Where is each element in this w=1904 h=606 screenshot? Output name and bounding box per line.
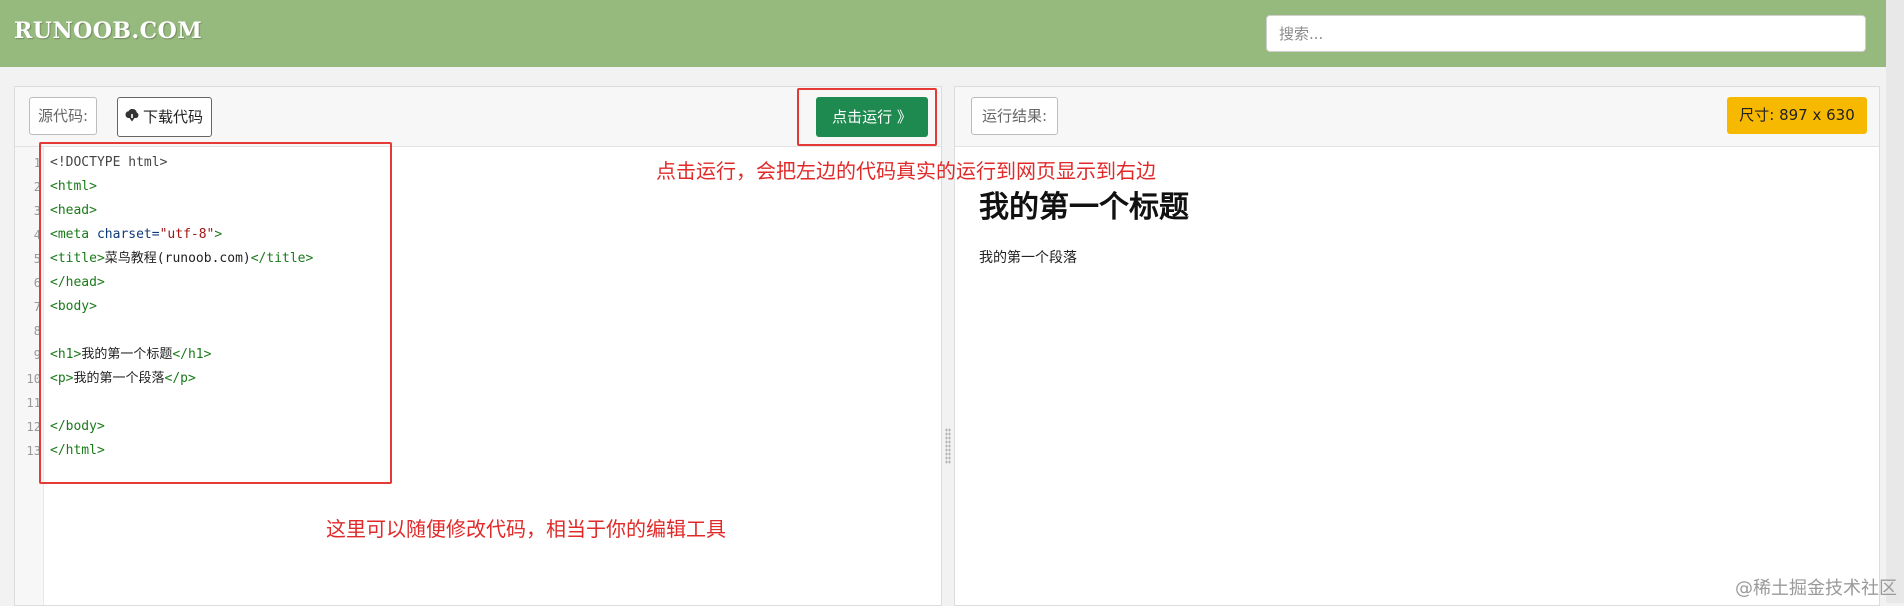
cloud-download-icon — [124, 99, 140, 137]
line-number: 10 — [26, 372, 41, 386]
download-code-button[interactable]: 下载代码 — [117, 97, 213, 137]
line-number: 3 — [33, 204, 41, 218]
line-number: 13 — [26, 444, 41, 458]
top-bar: RUNOOB.COM — [0, 0, 1904, 67]
code-area-highlight — [39, 142, 392, 484]
source-code-label: 源代码: — [29, 97, 98, 135]
line-number: 7 — [33, 300, 41, 314]
edit-annotation: 这里可以随便修改代码，相当于你的编辑工具 — [326, 517, 726, 541]
download-code-label: 下载代码 — [143, 108, 204, 126]
panel-resize-handle[interactable] — [945, 428, 951, 464]
line-number: 2 — [33, 180, 41, 194]
size-badge: 尺寸: 897 x 630 — [1727, 97, 1867, 134]
line-number: 6 — [33, 276, 41, 290]
search-input[interactable] — [1266, 15, 1866, 52]
result-paragraph: 我的第一个段落 — [979, 250, 1077, 266]
run-button-highlight — [797, 88, 937, 146]
line-number: 12 — [26, 420, 41, 434]
watermark: @稀土掘金技术社区 — [1735, 578, 1897, 599]
line-number: 11 — [26, 396, 41, 410]
run-result-label: 运行结果: — [971, 97, 1059, 135]
run-annotation: 点击运行，会把左边的代码真实的运行到网页显示到右边 — [656, 159, 1156, 183]
line-number: 5 — [33, 252, 41, 266]
result-heading: 我的第一个标题 — [979, 190, 1189, 225]
line-number: 9 — [33, 348, 41, 362]
result-panel-header: 运行结果: 尺寸: 897 x 630 — [955, 87, 1879, 147]
line-numbers: 1 2 3 4 5 6 7 8 9 10 11 12 13 — [15, 151, 41, 463]
line-number: 8 — [33, 324, 41, 338]
line-number: 4 — [33, 228, 41, 242]
page-scrollbar[interactable] — [1886, 0, 1904, 603]
site-logo[interactable]: RUNOOB.COM — [14, 18, 202, 44]
line-number: 1 — [33, 156, 41, 170]
